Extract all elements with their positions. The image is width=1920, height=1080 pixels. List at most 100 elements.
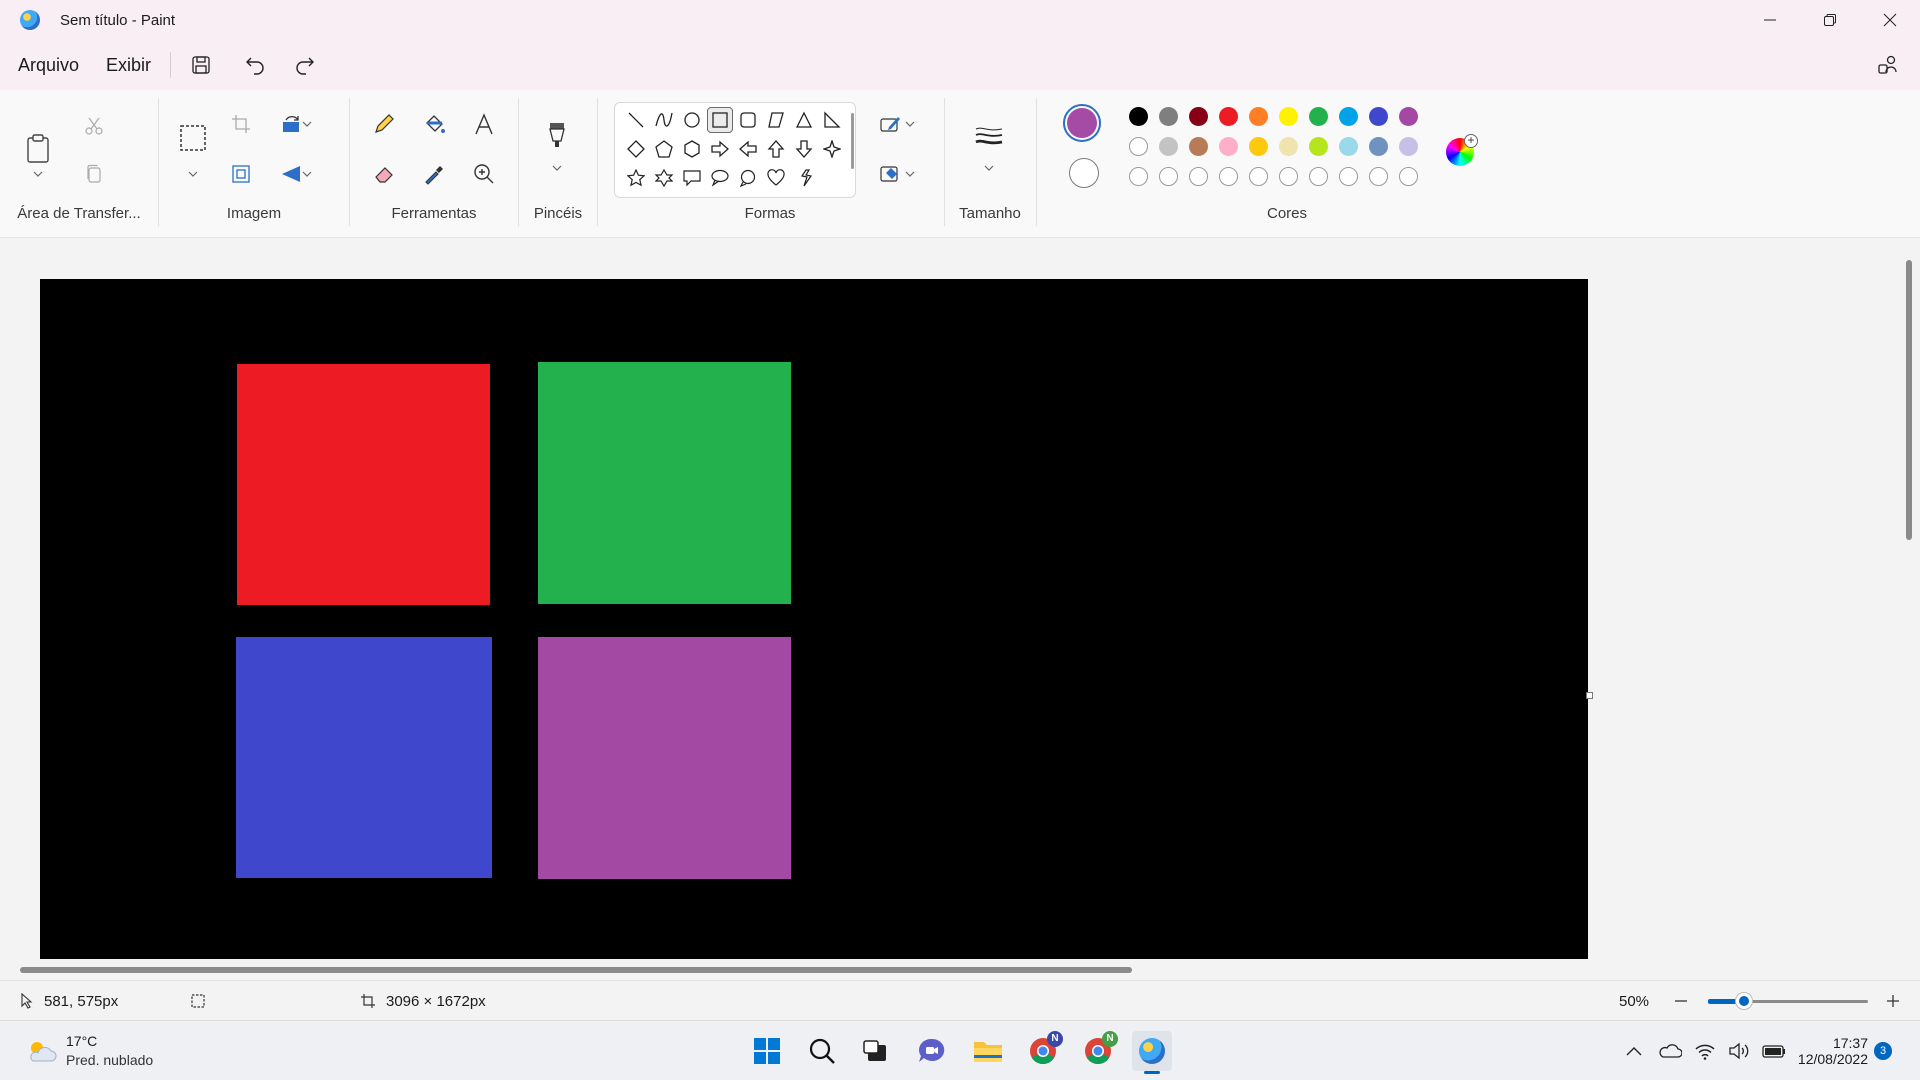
palette-swatch[interactable] — [1339, 137, 1358, 156]
file-explorer-button[interactable] — [968, 1031, 1008, 1071]
window-title: Sem título - Paint — [60, 11, 176, 29]
horizontal-scrollbar[interactable] — [20, 967, 1132, 973]
palette-swatch[interactable] — [1159, 137, 1178, 156]
palette-swatch[interactable] — [1219, 107, 1238, 126]
shape-line[interactable] — [623, 107, 649, 133]
menu-file[interactable]: Arquivo — [9, 55, 88, 76]
shape-up-arrow[interactable] — [763, 136, 789, 162]
restore-button[interactable] — [1800, 0, 1860, 40]
shape-six-point-star[interactable] — [651, 165, 677, 191]
shape-right-arrow[interactable] — [707, 136, 733, 162]
custom-color-slot[interactable] — [1399, 167, 1418, 186]
custom-color-slot[interactable] — [1159, 167, 1178, 186]
zoom-level[interactable]: 50% — [1619, 981, 1649, 1021]
weather-widget[interactable]: 17°C Pred. nublado — [24, 1021, 153, 1080]
palette-swatch[interactable] — [1339, 107, 1358, 126]
shape-down-arrow[interactable] — [791, 136, 817, 162]
task-view-button[interactable] — [856, 1031, 896, 1071]
chrome-button[interactable]: N — [1023, 1031, 1063, 1071]
palette-swatch[interactable] — [1309, 137, 1328, 156]
outline-dropdown[interactable] — [902, 106, 918, 142]
onedrive-cloud-icon[interactable] — [1658, 1043, 1682, 1059]
custom-color-slot[interactable] — [1369, 167, 1388, 186]
clock[interactable]: 17:37 12/08/2022 — [1784, 1021, 1868, 1080]
search-button[interactable] — [802, 1031, 842, 1071]
custom-color-slot[interactable] — [1219, 167, 1238, 186]
palette-swatch[interactable] — [1279, 107, 1298, 126]
menu-view[interactable]: Exibir — [97, 55, 160, 76]
shape-oval-callout[interactable] — [707, 165, 733, 191]
size-button[interactable] — [971, 118, 1007, 154]
secondary-color[interactable] — [1069, 158, 1099, 188]
shape-rectangle[interactable] — [707, 107, 733, 133]
wifi-icon[interactable] — [1694, 1042, 1716, 1060]
start-button[interactable] — [747, 1031, 787, 1071]
task-view-icon — [863, 1040, 886, 1061]
people-icon — [1878, 55, 1897, 74]
palette-swatch[interactable] — [1369, 107, 1388, 126]
custom-color-slot[interactable] — [1279, 167, 1298, 186]
chat-button[interactable] — [912, 1031, 952, 1071]
volume-icon[interactable] — [1728, 1042, 1750, 1060]
close-button[interactable] — [1860, 0, 1920, 40]
custom-color-slot[interactable] — [1129, 167, 1148, 186]
shape-rounded-rectangle[interactable] — [735, 107, 761, 133]
palette-swatch[interactable] — [1189, 137, 1208, 156]
undo-button[interactable] — [235, 45, 275, 85]
shape-lightning[interactable] — [791, 165, 817, 191]
chevron-down-icon — [905, 171, 915, 177]
notification-badge[interactable]: 3 — [1874, 1042, 1892, 1060]
palette-swatch[interactable] — [1159, 107, 1178, 126]
primary-color[interactable] — [1063, 104, 1101, 142]
palette-swatch[interactable] — [1249, 137, 1268, 156]
shape-curve[interactable] — [651, 107, 677, 133]
custom-color-slot[interactable] — [1339, 167, 1358, 186]
palette-swatch[interactable] — [1129, 107, 1148, 126]
size-dropdown[interactable] — [971, 156, 1007, 180]
paint-taskbar-button[interactable] — [1132, 1031, 1172, 1074]
palette-swatch[interactable] — [1129, 137, 1148, 156]
shape-cloud-callout[interactable] — [735, 165, 761, 191]
shape-rect-callout[interactable] — [679, 165, 705, 191]
shape-triangle[interactable] — [791, 107, 817, 133]
shape-oval[interactable] — [679, 107, 705, 133]
palette-swatch[interactable] — [1309, 107, 1328, 126]
custom-color-slot[interactable] — [1249, 167, 1268, 186]
shape-four-point-star[interactable] — [819, 136, 845, 162]
zoom-in-button[interactable] — [1886, 981, 1900, 1021]
custom-color-slot[interactable] — [1309, 167, 1328, 186]
canvas-area[interactable] — [0, 239, 1920, 968]
shapes-scrollbar[interactable] — [851, 113, 854, 169]
palette-swatch[interactable] — [1369, 137, 1388, 156]
zoom-slider-thumb[interactable] — [1736, 993, 1752, 1009]
canvas-resize-handle[interactable] — [1586, 692, 1593, 699]
palette-swatch[interactable] — [1279, 137, 1298, 156]
vertical-scrollbar[interactable] — [1906, 260, 1912, 540]
shape-heart[interactable] — [763, 165, 789, 191]
custom-color-slot[interactable] — [1189, 167, 1208, 186]
shape-diamond[interactable] — [623, 136, 649, 162]
share-button[interactable] — [1868, 45, 1908, 85]
shape-pentagon[interactable] — [651, 136, 677, 162]
polygon-icon — [768, 112, 784, 128]
palette-swatch[interactable] — [1399, 107, 1418, 126]
drawing-canvas[interactable] — [40, 279, 1588, 959]
shape-polygon[interactable] — [763, 107, 789, 133]
shape-five-point-star[interactable] — [623, 165, 649, 191]
plus-icon — [1887, 995, 1899, 1007]
chrome-profile-button[interactable]: N — [1078, 1031, 1118, 1071]
palette-swatch[interactable] — [1249, 107, 1268, 126]
shape-hexagon[interactable] — [679, 136, 705, 162]
shape-right-triangle[interactable] — [819, 107, 845, 133]
shape-left-arrow[interactable] — [735, 136, 761, 162]
palette-swatch[interactable] — [1399, 137, 1418, 156]
edit-colors-button[interactable]: + — [1446, 134, 1478, 166]
chevron-up-icon[interactable] — [1626, 1046, 1642, 1056]
fill-dropdown[interactable] — [902, 156, 918, 192]
palette-swatch[interactable] — [1219, 137, 1238, 156]
minimize-button[interactable] — [1740, 0, 1800, 40]
zoom-out-button[interactable] — [1674, 981, 1688, 1021]
palette-swatch[interactable] — [1189, 107, 1208, 126]
redo-button[interactable] — [285, 45, 325, 85]
save-button[interactable] — [181, 45, 221, 85]
